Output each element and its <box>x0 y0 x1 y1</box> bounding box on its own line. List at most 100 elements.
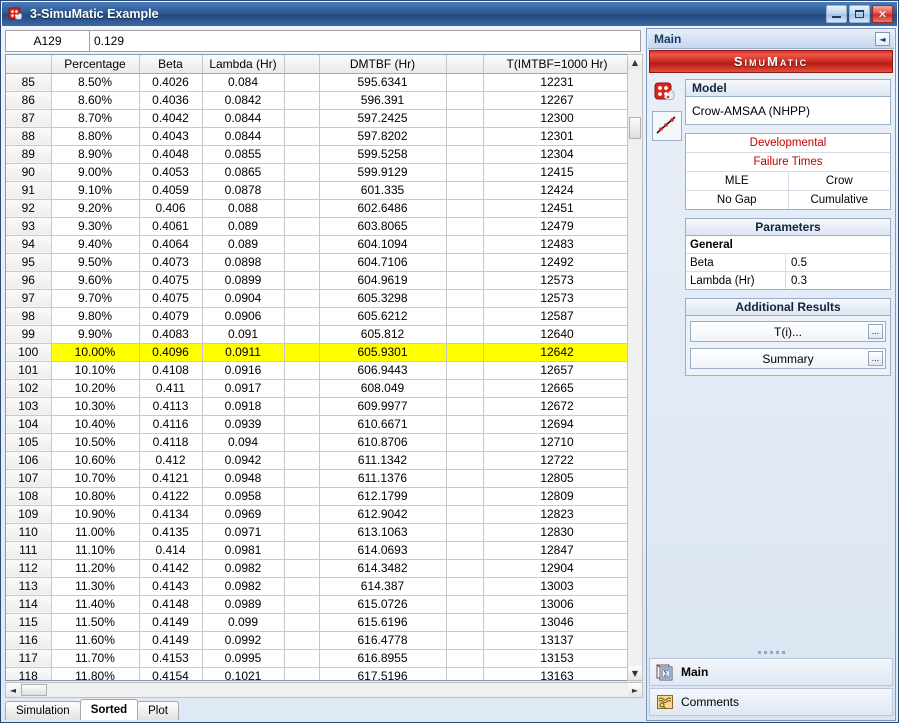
cell-blank-1[interactable] <box>284 487 320 506</box>
table-row[interactable]: 110 11.00% 0.4135 0.0971 613.1063 12830 <box>6 523 632 542</box>
cell-dmtbf[interactable]: 605.6212 <box>319 307 447 326</box>
cell-blank-2[interactable] <box>446 379 484 398</box>
cell-percentage[interactable]: 10.60% <box>51 451 140 470</box>
cell-percentage[interactable]: 9.40% <box>51 235 140 254</box>
cell-lambda[interactable]: 0.0942 <box>202 451 285 470</box>
cell-beta[interactable]: 0.4149 <box>139 631 203 650</box>
cell-percentage[interactable]: 9.00% <box>51 163 140 182</box>
cell-timtbf[interactable]: 12640 <box>483 325 632 344</box>
cell-lambda[interactable]: 0.0899 <box>202 271 285 290</box>
model-attribute-mle[interactable]: MLE <box>686 172 789 190</box>
scroll-down-icon[interactable]: ▼ <box>628 666 642 680</box>
cell-percentage[interactable]: 10.20% <box>51 379 140 398</box>
cell-percentage[interactable]: 8.60% <box>51 91 140 110</box>
cell-percentage[interactable]: 11.50% <box>51 613 140 632</box>
cell-blank-2[interactable] <box>446 505 484 524</box>
row-header-cell[interactable]: 94 <box>6 235 52 254</box>
horizontal-scroll-thumb[interactable] <box>21 684 47 696</box>
cell-percentage[interactable]: 10.50% <box>51 433 140 452</box>
cell-timtbf[interactable]: 12904 <box>483 559 632 578</box>
cell-dmtbf[interactable]: 613.1063 <box>319 523 447 542</box>
cell-percentage[interactable]: 10.30% <box>51 397 140 416</box>
cell-dmtbf[interactable]: 596.391 <box>319 91 447 110</box>
table-row[interactable]: 97 9.70% 0.4075 0.0904 605.3298 12573 <box>6 289 632 308</box>
cell-blank-2[interactable] <box>446 649 484 668</box>
table-row[interactable]: 115 11.50% 0.4149 0.099 615.6196 13046 <box>6 613 632 632</box>
row-header-cell[interactable]: 85 <box>6 73 52 92</box>
cell-lambda[interactable]: 0.0855 <box>202 145 285 164</box>
cell-beta[interactable]: 0.4061 <box>139 217 203 236</box>
cell-timtbf[interactable]: 12809 <box>483 487 632 506</box>
cell-blank-2[interactable] <box>446 307 484 326</box>
cell-timtbf[interactable]: 13003 <box>483 577 632 596</box>
model-attribute-developmental[interactable]: Developmental <box>686 134 890 152</box>
cell-blank-2[interactable] <box>446 523 484 542</box>
cell-beta[interactable]: 0.4075 <box>139 289 203 308</box>
cell-blank-1[interactable] <box>284 109 320 128</box>
cell-timtbf[interactable]: 12231 <box>483 73 632 92</box>
table-row[interactable]: 90 9.00% 0.4053 0.0865 599.9129 12415 <box>6 163 632 182</box>
cell-dmtbf[interactable]: 610.8706 <box>319 433 447 452</box>
table-row[interactable]: 117 11.70% 0.4153 0.0995 616.8955 13153 <box>6 649 632 668</box>
cell-lambda[interactable]: 0.0865 <box>202 163 285 182</box>
cell-percentage[interactable]: 11.70% <box>51 649 140 668</box>
dice-icon[interactable] <box>652 79 680 107</box>
cell-blank-1[interactable] <box>284 379 320 398</box>
row-header-cell[interactable]: 105 <box>6 433 52 452</box>
cell-dmtbf[interactable]: 602.6486 <box>319 199 447 218</box>
close-button[interactable]: ✕ <box>872 5 893 23</box>
cell-timtbf[interactable]: 13006 <box>483 595 632 614</box>
cell-lambda[interactable]: 0.0898 <box>202 253 285 272</box>
additional-result-button-t-i-[interactable]: T(i)...... <box>690 321 886 342</box>
cell-lambda[interactable]: 0.0939 <box>202 415 285 434</box>
cell-timtbf[interactable]: 12587 <box>483 307 632 326</box>
sheet-tab-sorted[interactable]: Sorted <box>79 699 139 720</box>
cell-lambda[interactable]: 0.0969 <box>202 505 285 524</box>
cell-dmtbf[interactable]: 611.1376 <box>319 469 447 488</box>
cell-percentage[interactable]: 9.10% <box>51 181 140 200</box>
cell-percentage[interactable]: 10.70% <box>51 469 140 488</box>
row-header-cell[interactable]: 116 <box>6 631 52 650</box>
cell-percentage[interactable]: 11.60% <box>51 631 140 650</box>
cell-dmtbf[interactable]: 605.9301 <box>319 343 447 362</box>
cell-blank-2[interactable] <box>446 289 484 308</box>
cell-blank-2[interactable] <box>446 451 484 470</box>
table-row[interactable]: 116 11.60% 0.4149 0.0992 616.4778 13137 <box>6 631 632 650</box>
cell-beta[interactable]: 0.406 <box>139 199 203 218</box>
table-row[interactable]: 118 11.80% 0.4154 0.1021 617.5196 13163 <box>6 667 632 680</box>
cell-blank-1[interactable] <box>284 451 320 470</box>
table-row[interactable]: 111 11.10% 0.414 0.0981 614.0693 12847 <box>6 541 632 560</box>
cell-blank-2[interactable] <box>446 397 484 416</box>
cell-blank-1[interactable] <box>284 343 320 362</box>
cell-timtbf[interactable]: 12642 <box>483 343 632 362</box>
cell-timtbf[interactable]: 13137 <box>483 631 632 650</box>
row-header-cell[interactable]: 88 <box>6 127 52 146</box>
cell-beta[interactable]: 0.412 <box>139 451 203 470</box>
cell-beta[interactable]: 0.4083 <box>139 325 203 344</box>
cell-timtbf[interactable]: 12722 <box>483 451 632 470</box>
table-row[interactable]: 101 10.10% 0.4108 0.0916 606.9443 12657 <box>6 361 632 380</box>
row-header-cell[interactable]: 103 <box>6 397 52 416</box>
spreadsheet-grid[interactable]: Percentage Beta Lambda (Hr) DMTBF (Hr) T… <box>5 54 641 681</box>
cell-lambda[interactable]: 0.1021 <box>202 667 285 680</box>
cell-blank-2[interactable] <box>446 541 484 560</box>
cell-percentage[interactable]: 10.90% <box>51 505 140 524</box>
cell-dmtbf[interactable]: 599.9129 <box>319 163 447 182</box>
panel-resize-grip[interactable] <box>649 648 893 656</box>
cell-percentage[interactable]: 8.50% <box>51 73 140 92</box>
column-header-percentage[interactable]: Percentage <box>51 55 140 74</box>
cell-dmtbf[interactable]: 604.7106 <box>319 253 447 272</box>
cell-beta[interactable]: 0.4108 <box>139 361 203 380</box>
cell-blank-1[interactable] <box>284 667 320 680</box>
table-row[interactable]: 88 8.80% 0.4043 0.0844 597.8202 12301 <box>6 127 632 146</box>
cell-blank-2[interactable] <box>446 433 484 452</box>
cell-blank-2[interactable] <box>446 109 484 128</box>
cell-beta[interactable]: 0.4113 <box>139 397 203 416</box>
cell-timtbf[interactable]: 12479 <box>483 217 632 236</box>
cell-lambda[interactable]: 0.094 <box>202 433 285 452</box>
cell-blank-1[interactable] <box>284 91 320 110</box>
row-header-cell[interactable]: 93 <box>6 217 52 236</box>
table-row[interactable]: 106 10.60% 0.412 0.0942 611.1342 12722 <box>6 451 632 470</box>
cell-beta[interactable]: 0.414 <box>139 541 203 560</box>
cell-timtbf[interactable]: 12710 <box>483 433 632 452</box>
